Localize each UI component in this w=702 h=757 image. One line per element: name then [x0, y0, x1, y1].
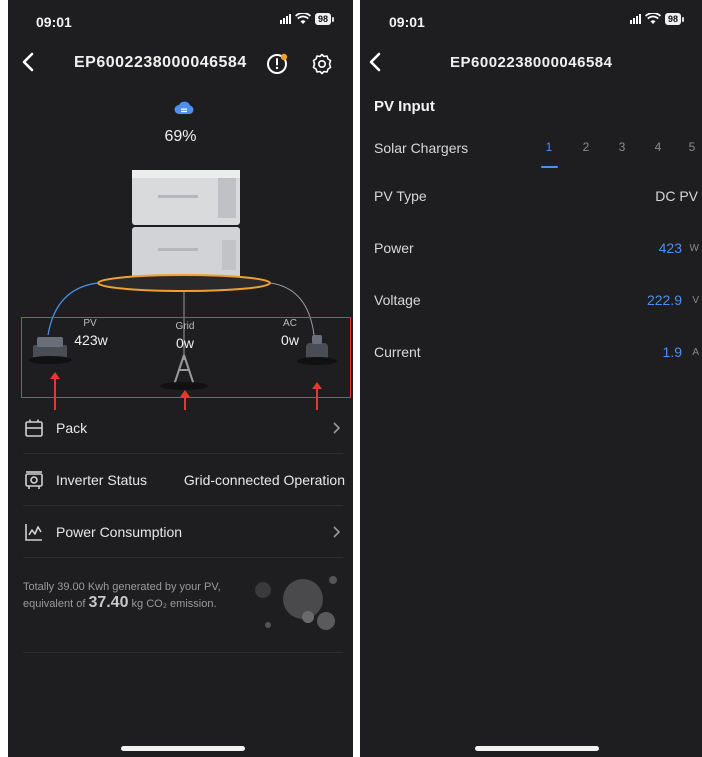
battery-indicator: 98 — [315, 13, 335, 25]
chevron-right-icon — [333, 526, 341, 538]
pv-type-label: PV Type — [374, 188, 427, 204]
cellular-signal-icon — [630, 14, 641, 24]
status-time: 09:01 — [36, 14, 72, 30]
home-indicator — [121, 746, 245, 751]
solar-chargers-label: Solar Chargers — [374, 140, 469, 156]
home-indicator — [475, 746, 599, 751]
charger-tab-5[interactable]: 5 — [685, 140, 699, 154]
alert-clock-icon[interactable] — [265, 52, 289, 76]
divider — [23, 652, 343, 653]
pv-type-row: PV Type DC PV — [360, 188, 702, 218]
current-label: Current — [374, 344, 421, 360]
nav-bar: EP6002238000046584 — [360, 45, 702, 81]
charger-tab-1[interactable]: 1 — [542, 140, 556, 154]
cellular-signal-icon — [280, 14, 291, 24]
battery-indicator: 98 — [665, 13, 685, 25]
device-id-title: EP6002238000046584 — [450, 54, 613, 71]
current-value: 1.9 — [662, 344, 682, 360]
inverter-status-value: Grid-connected Operation — [183, 472, 345, 488]
power-consumption-label: Power Consumption — [56, 524, 183, 540]
eco-summary-text: Totally 39.00 Kwh generated by your PV, … — [23, 580, 253, 612]
voltage-value: 222.9 — [646, 292, 682, 308]
charger-tab-4[interactable]: 4 — [651, 140, 665, 154]
wifi-icon — [295, 13, 311, 24]
pv-input-heading: PV Input — [374, 98, 435, 115]
co2-bubbles-illustration — [255, 576, 337, 630]
settings-gear-icon[interactable] — [310, 52, 334, 76]
pack-menu-item[interactable]: Pack — [8, 404, 353, 452]
cloud-connected-icon — [174, 101, 194, 114]
inverter-icon — [25, 471, 43, 489]
co2-amount: 37.40 — [88, 594, 129, 611]
eco-text-suffix: kg CO₂ emission. — [128, 598, 217, 610]
nav-bar: EP6002238000046584 — [8, 45, 353, 81]
wifi-icon — [645, 13, 661, 24]
battery-stack-image — [132, 170, 240, 279]
voltage-label: Voltage — [374, 292, 421, 308]
status-time: 09:01 — [389, 14, 425, 30]
charger-tab-3[interactable]: 3 — [615, 140, 629, 154]
pv-input-screen: 09:01 98 EP6002238000046584 PV Input Sol… — [360, 0, 702, 757]
active-tab-indicator — [541, 166, 558, 168]
charger-tab-2[interactable]: 2 — [579, 140, 593, 154]
annotation-highlight-box — [21, 317, 351, 398]
power-value: 423 — [658, 240, 682, 256]
divider — [23, 505, 343, 506]
pv-type-value: DC PV — [655, 188, 698, 204]
status-bar: 09:01 98 — [360, 0, 702, 38]
current-unit: A — [692, 347, 699, 358]
power-unit: W — [689, 243, 699, 254]
divider — [23, 453, 343, 454]
inverter-status-label: Inverter Status — [56, 472, 148, 488]
power-label: Power — [374, 240, 414, 256]
battery-pack-icon — [25, 419, 43, 437]
device-id-title: EP6002238000046584 — [74, 54, 247, 71]
power-consumption-menu-item[interactable]: Power Consumption — [8, 508, 353, 556]
line-chart-icon — [25, 524, 42, 541]
status-bar: 09:01 98 — [8, 0, 353, 38]
voltage-unit: V — [692, 295, 699, 306]
inverter-status-row: Inverter Status Grid-connected Operation — [8, 456, 353, 504]
power-row: Power 423 W — [360, 240, 702, 270]
voltage-row: Voltage 222.9 V — [360, 292, 702, 322]
current-row: Current 1.9 A — [360, 344, 702, 374]
back-chevron-icon[interactable] — [18, 51, 40, 73]
device-home-screen: 09:01 98 EP6002238000046584 69% PV 423w … — [8, 0, 353, 757]
chevron-right-icon — [333, 422, 341, 434]
back-chevron-icon[interactable] — [365, 51, 387, 73]
divider — [23, 557, 343, 558]
battery-soc-percent: 69% — [164, 128, 197, 145]
pack-label: Pack — [56, 420, 88, 436]
